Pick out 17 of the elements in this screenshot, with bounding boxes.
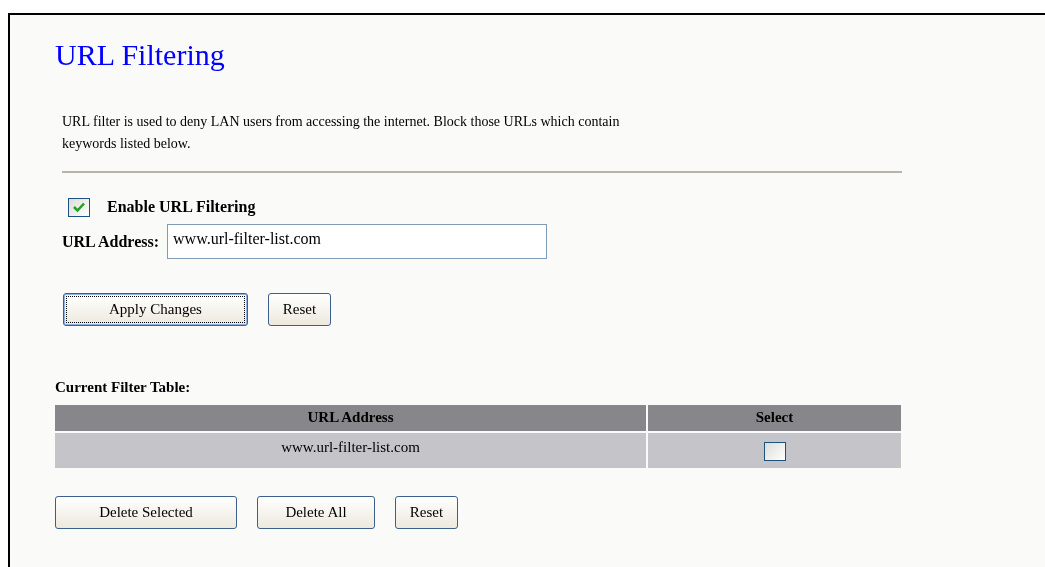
action-button[interactable]: Apply Changes	[63, 293, 248, 326]
checkbox-label: Enable URL Filtering	[107, 197, 256, 218]
action-button[interactable]: Delete Selected	[55, 495, 237, 529]
column-header: URL Address	[55, 404, 646, 431]
action-button[interactable]: Reset	[268, 293, 331, 326]
action-button[interactable]: Reset	[395, 495, 458, 529]
url-input-field[interactable]: www.url-filter-list.com	[167, 224, 548, 259]
page-title: URL Filtering	[55, 37, 226, 73]
description: URL filter is used to deny LAN users from accessing the internet. Block those URLs which contain keywords listed below.	[62, 113, 621, 153]
check-icon	[72, 201, 86, 213]
table-cell: www.url-filter-list.com	[55, 432, 646, 468]
field-label: URL Address:	[62, 231, 160, 252]
checkbox[interactable]	[68, 197, 90, 217]
action-button[interactable]: Delete All	[257, 495, 375, 529]
column-header: Select	[648, 404, 901, 431]
table-title: Current Filter Table:	[55, 378, 192, 397]
checkbox[interactable]	[763, 441, 786, 461]
